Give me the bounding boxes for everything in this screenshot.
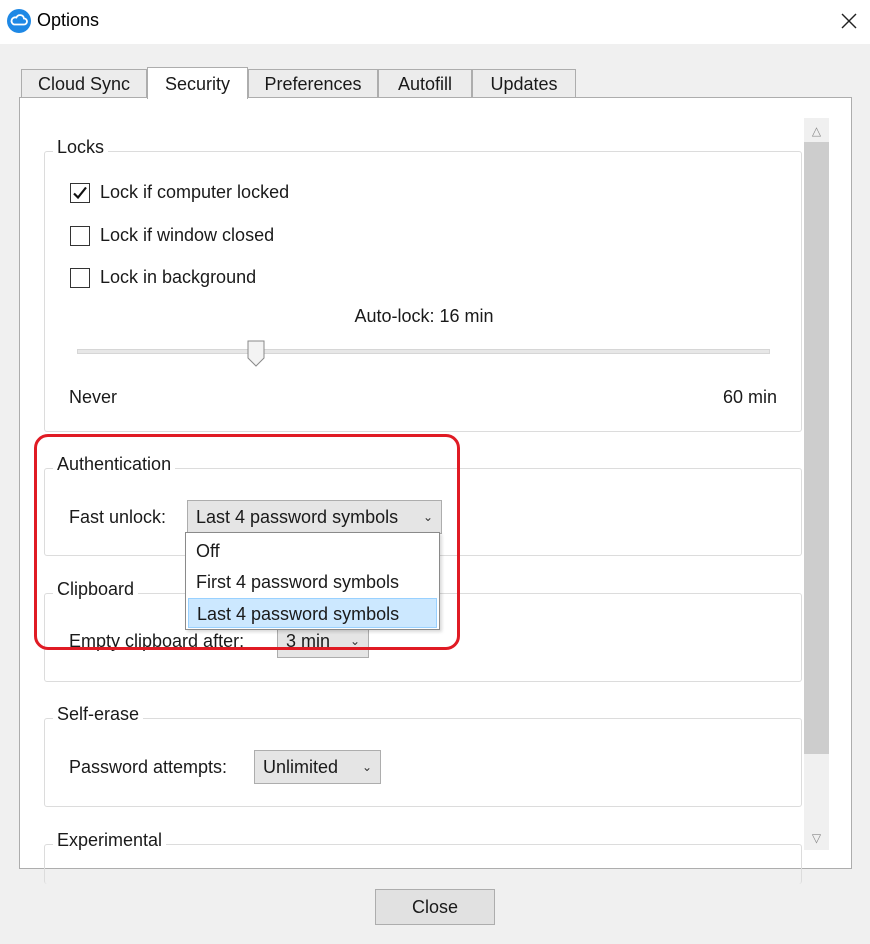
tab-updates[interactable]: Updates	[472, 69, 576, 98]
dropdown-option-first-4[interactable]: First 4 password symbols	[188, 567, 437, 597]
tab-autofill[interactable]: Autofill	[378, 69, 472, 98]
experimental-group: Experimental	[44, 830, 802, 884]
fast-unlock-select[interactable]: Last 4 password symbols ⌄	[187, 500, 442, 534]
close-button[interactable]: Close	[375, 889, 495, 925]
slider-min-label: Never	[69, 387, 118, 407]
authentication-legend: Authentication	[53, 454, 176, 475]
locks-group: Locks Lock if computer locked Lock if wi…	[44, 137, 802, 432]
cloud-app-icon	[7, 9, 31, 33]
checkmark-icon	[73, 186, 87, 200]
empty-clipboard-label: Empty clipboard after:	[69, 631, 245, 651]
password-attempts-select[interactable]: Unlimited ⌄	[254, 750, 381, 784]
scroll-down-icon[interactable]: ▽	[804, 827, 829, 849]
checkbox-label: Lock if window closed	[100, 225, 275, 245]
window-title: Options	[37, 10, 100, 30]
chevron-down-icon: ⌄	[361, 760, 372, 774]
tab-security[interactable]: Security	[147, 67, 248, 99]
password-attempts-label: Password attempts:	[69, 757, 228, 777]
fast-unlock-value: Last 4 password symbols	[196, 507, 399, 527]
self-erase-legend: Self-erase	[53, 704, 144, 725]
fast-unlock-label: Fast unlock:	[69, 507, 167, 527]
self-erase-group: Self-erase Password attempts: Unlimited …	[44, 704, 802, 807]
tab-preferences[interactable]: Preferences	[248, 69, 378, 98]
title-bar: Options	[0, 0, 870, 44]
password-attempts-value: Unlimited	[263, 757, 339, 777]
scrollbar-thumb[interactable]	[804, 142, 829, 754]
tab-cloud-sync[interactable]: Cloud Sync	[21, 69, 147, 98]
slider-max-label: 60 min	[722, 387, 777, 407]
checkbox-box[interactable]	[70, 226, 90, 246]
dropdown-option-off[interactable]: Off	[188, 536, 437, 566]
auto-lock-slider-track[interactable]	[77, 349, 770, 354]
dropdown-option-last-4[interactable]: Last 4 password symbols	[188, 598, 437, 628]
chevron-down-icon: ⌄	[422, 510, 433, 524]
scroll-up-icon[interactable]: △	[804, 120, 829, 142]
auto-lock-label: Auto-lock: 16 min	[354, 306, 494, 326]
checkbox-label: Lock in background	[100, 267, 257, 287]
fast-unlock-dropdown-list: Off First 4 password symbols Last 4 pass…	[185, 532, 440, 630]
checkbox-label: Lock if computer locked	[100, 182, 290, 202]
close-window-icon[interactable]	[837, 9, 861, 33]
clipboard-legend: Clipboard	[53, 579, 139, 600]
checkbox-box[interactable]	[70, 183, 90, 203]
security-panel: Locks Lock if computer locked Lock if wi…	[19, 97, 852, 884]
locks-legend: Locks	[53, 137, 109, 158]
checkbox-box[interactable]	[70, 268, 90, 288]
auto-lock-slider-thumb[interactable]	[247, 340, 265, 367]
experimental-legend: Experimental	[53, 830, 167, 851]
empty-clipboard-value: 3 min	[286, 631, 331, 651]
